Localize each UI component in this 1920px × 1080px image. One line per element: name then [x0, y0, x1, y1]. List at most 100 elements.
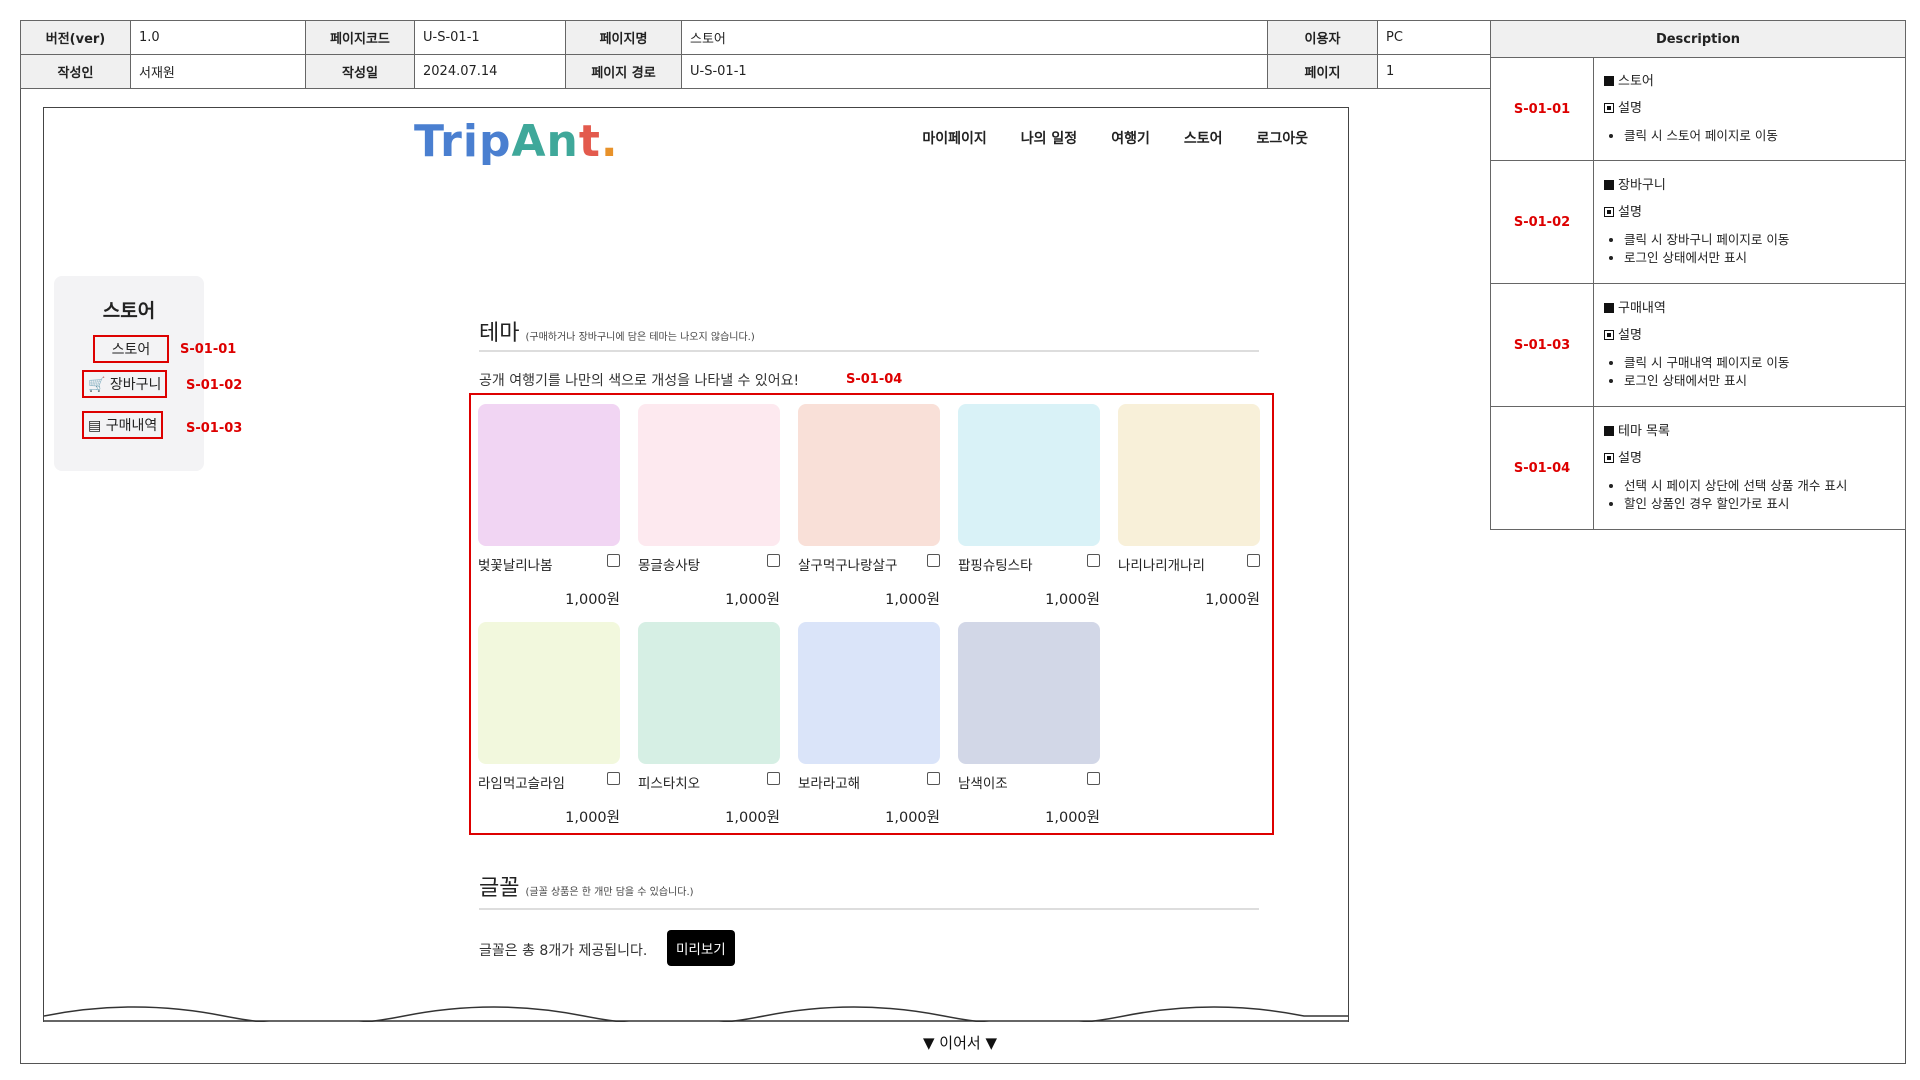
sidebar-item-label: 장바구니 [109, 377, 162, 393]
theme-checkbox[interactable] [767, 772, 780, 785]
theme-name: 남색이조 [958, 776, 1008, 792]
theme-price: 1,000원 [565, 810, 620, 826]
theme-card[interactable]: 라임먹고슬라임 1,000원 [478, 622, 620, 826]
theme-swatch [1118, 404, 1260, 546]
theme-name: 몽글송사탕 [638, 558, 701, 574]
theme-checkbox[interactable] [1247, 554, 1260, 567]
theme-lead-text: 공개 여행기를 나만의 색으로 개성을 나타낼 수 있어요! [479, 373, 800, 389]
description-title: Description [1490, 20, 1906, 58]
sidebar-item-store[interactable]: 스토어 [93, 335, 169, 363]
boxed-bullet-icon [1604, 329, 1614, 340]
desc-sub: 설명 [1618, 450, 1642, 466]
font-note: (글꼴 상품은 한 개만 담을 수 있습니다.) [525, 887, 694, 898]
document-info-table: 버전(ver) 1.0 페이지코드 U-S-01-1 페이지명 스토어 이용자 … [20, 20, 1491, 89]
date-label: 작성일 [305, 54, 415, 89]
annotation-tag: S-01-03 [186, 421, 243, 436]
theme-name: 보라라고해 [798, 776, 861, 792]
boxed-bullet-icon [1604, 206, 1614, 217]
font-section-title: 글꼴 (글꼴 상품은 한 개만 담을 수 있습니다.) [479, 876, 694, 901]
theme-swatch [478, 622, 620, 764]
theme-checkbox[interactable] [607, 772, 620, 785]
theme-swatch [958, 622, 1100, 764]
path-value: U-S-01-1 [681, 54, 1268, 89]
boxed-bullet-icon [1604, 102, 1614, 113]
top-nav: 마이페이지 나의 일정 여행기 스토어 로그아웃 [922, 128, 1308, 148]
theme-price: 1,000원 [1205, 592, 1260, 608]
theme-swatch [478, 404, 620, 546]
section-divider [479, 350, 1259, 352]
theme-checkbox[interactable] [1087, 772, 1100, 785]
theme-name: 팝핑슈팅스타 [958, 558, 1033, 574]
tripant-logo[interactable]: TripAnt. [414, 116, 619, 167]
desc-sub: 설명 [1618, 100, 1642, 116]
pagename-value: 스토어 [681, 20, 1268, 55]
theme-name: 라임먹고슬라임 [478, 776, 565, 792]
desc-bullet: 로그인 상태에서만 표시 [1624, 372, 1895, 390]
theme-checkbox[interactable] [1087, 554, 1100, 567]
boxed-bullet-icon [1604, 452, 1614, 463]
sidebar-item-purchase-history[interactable]: ▤ 구매내역 [82, 411, 164, 439]
theme-note: (구매하거나 장바구니에 담은 테마는 나오지 않습니다.) [525, 332, 755, 343]
theme-swatch [798, 622, 940, 764]
author-label: 작성인 [20, 54, 131, 89]
theme-section-title: 테마 (구매하거나 장바구니에 담은 테마는 나오지 않습니다.) [479, 321, 755, 346]
theme-card[interactable]: 보라라고해 1,000원 [798, 622, 940, 826]
theme-price: 1,000원 [885, 810, 940, 826]
theme-price: 1,000원 [1045, 810, 1100, 826]
desc-body: 스토어 설명 클릭 시 스토어 페이지로 이동 [1593, 57, 1906, 161]
font-lead-text: 글꼴은 총 8개가 제공됩니다. [479, 943, 648, 959]
sidebar-item-label: 스토어 [111, 342, 151, 358]
nav-my-schedule[interactable]: 나의 일정 [1021, 128, 1077, 148]
pagecode-value: U-S-01-1 [414, 20, 566, 55]
theme-checkbox[interactable] [927, 554, 940, 567]
desc-heading: 테마 목록 [1618, 424, 1670, 440]
user-label: 이용자 [1267, 20, 1378, 55]
annotation-tag: S-01-04 [846, 372, 903, 387]
desc-body: 장바구니 설명 클릭 시 장바구니 페이지로 이동로그인 상태에서만 표시 [1593, 160, 1906, 284]
theme-name: 피스타치오 [638, 776, 701, 792]
description-table: Description S-01-01 스토어 설명 클릭 시 스토어 페이지로… [1490, 20, 1906, 530]
theme-card[interactable]: 벚꽃날리나봄 1,000원 [478, 404, 620, 608]
desc-heading: 구매내역 [1618, 301, 1666, 317]
theme-checkbox[interactable] [607, 554, 620, 567]
page-value: 1 [1377, 54, 1491, 89]
version-value: 1.0 [130, 20, 306, 55]
theme-card[interactable]: 팝핑슈팅스타 1,000원 [958, 404, 1100, 608]
desc-id: S-01-04 [1490, 406, 1594, 530]
desc-heading: 스토어 [1618, 74, 1654, 90]
theme-card[interactable]: 몽글송사탕 1,000원 [638, 404, 780, 608]
theme-swatch [958, 404, 1100, 546]
theme-card[interactable]: 남색이조 1,000원 [958, 622, 1100, 826]
theme-price: 1,000원 [565, 592, 620, 608]
preview-button[interactable]: 미리보기 [667, 930, 735, 966]
theme-swatch [638, 404, 780, 546]
theme-name: 살구먹구나랑살구 [798, 558, 898, 574]
square-bullet-icon [1604, 76, 1614, 87]
sidebar-title: 스토어 [102, 300, 156, 322]
theme-checkbox[interactable] [767, 554, 780, 567]
square-bullet-icon [1604, 426, 1614, 437]
sidebar-item-label: 구매내역 [105, 418, 158, 434]
desc-id: S-01-01 [1490, 57, 1594, 161]
desc-id: S-01-03 [1490, 283, 1594, 407]
nav-store[interactable]: 스토어 [1184, 128, 1223, 148]
desc-bullet: 클릭 시 스토어 페이지로 이동 [1624, 127, 1895, 145]
nav-logout[interactable]: 로그아웃 [1256, 128, 1308, 148]
sidebar-item-cart[interactable]: 🛒 장바구니 [82, 370, 168, 398]
annotation-tag: S-01-01 [180, 342, 237, 357]
nav-mypage[interactable]: 마이페이지 [922, 128, 986, 148]
theme-checkbox[interactable] [927, 772, 940, 785]
pagename-label: 페이지명 [565, 20, 682, 55]
theme-card[interactable]: 나리나리개나리 1,000원 [1118, 404, 1260, 608]
square-bullet-icon [1604, 303, 1614, 314]
square-bullet-icon [1604, 180, 1614, 191]
theme-list: 벚꽃날리나봄 1,000원 몽글송사탕 1,000원 살구먹구나랑살구 1,00… [469, 393, 1274, 835]
theme-price: 1,000원 [725, 810, 780, 826]
theme-card[interactable]: 피스타치오 1,000원 [638, 622, 780, 826]
theme-card[interactable]: 살구먹구나랑살구 1,000원 [798, 404, 940, 608]
continue-marker: ▼ 이어서 ▼ [922, 1034, 997, 1052]
version-label: 버전(ver) [20, 20, 131, 55]
theme-swatch [638, 622, 780, 764]
nav-travelogue[interactable]: 여행기 [1111, 128, 1150, 148]
section-divider [479, 908, 1259, 910]
